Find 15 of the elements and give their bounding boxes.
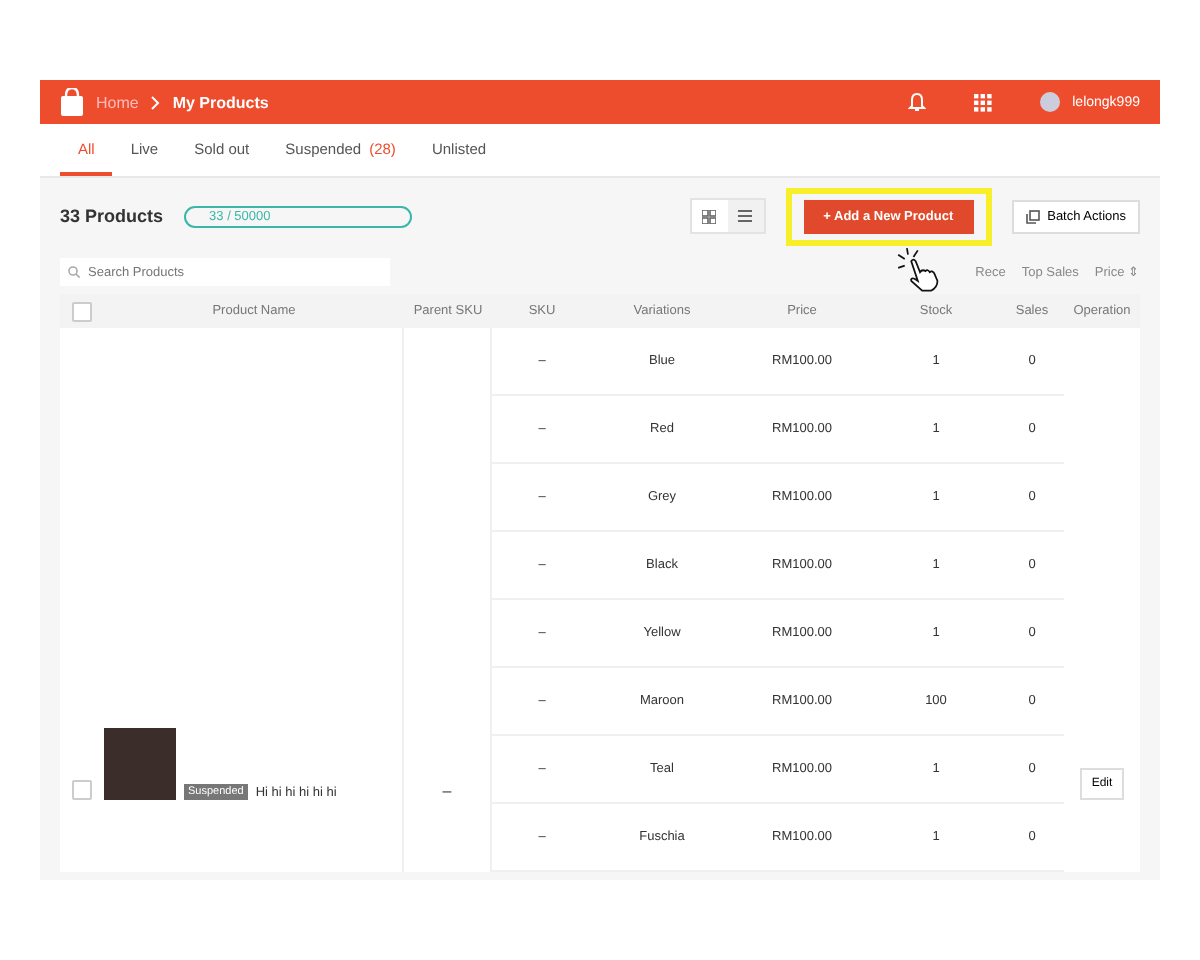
chevron-right-icon: [150, 95, 161, 109]
search-icon: [68, 266, 80, 278]
copy-icon: [1025, 209, 1040, 223]
bell-icon[interactable]: [908, 92, 927, 112]
user-avatar[interactable]: [1040, 92, 1061, 112]
table-cell: –: [442, 782, 452, 800]
list-view-icon[interactable]: [727, 200, 764, 232]
shopping-bag-logo-icon: [60, 88, 84, 116]
pointing-hand-icon: [896, 248, 944, 292]
photo-placeholder: [104, 728, 176, 800]
apps-grid-icon[interactable]: [974, 93, 993, 111]
breadcrumb-item: My Products: [172, 93, 269, 111]
select-all-checkbox[interactable]: [72, 301, 92, 321]
row-checkbox[interactable]: [72, 780, 92, 800]
products-count-title: 33 Products: [60, 206, 164, 226]
